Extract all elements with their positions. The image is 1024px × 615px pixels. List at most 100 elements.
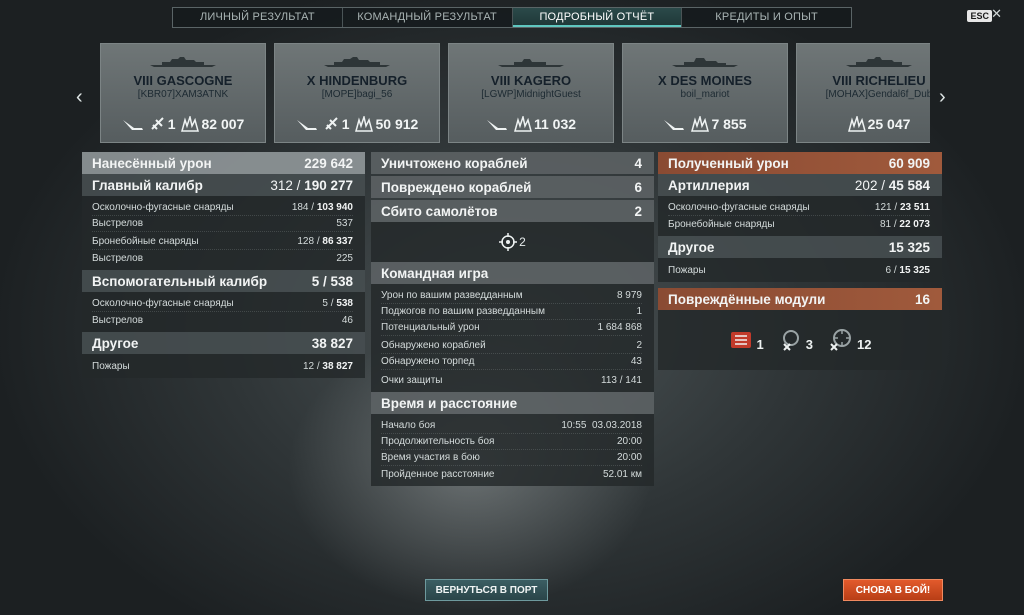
tab-detailed-report[interactable]: ПОДРОБНЫЙ ОТЧЁТ bbox=[512, 8, 683, 27]
ship-silhouette-icon bbox=[498, 59, 564, 67]
damaged-ships-label: Повреждено кораблей bbox=[381, 179, 532, 195]
steering-damage-icon bbox=[782, 330, 799, 351]
ribbon-hits-icon bbox=[486, 117, 508, 131]
damaged-modules-header: Повреждённые модули 16 bbox=[658, 288, 942, 310]
stat-row: Выстрелов 225 bbox=[92, 252, 353, 264]
spotting-count: 2 bbox=[519, 235, 526, 249]
planes-count: 1 bbox=[341, 116, 350, 132]
damage-value: 82 007 bbox=[201, 116, 245, 132]
stat-row: Обнаружено кораблей 2 bbox=[381, 338, 642, 354]
ships-carousel: VIII GASCOGNE [KBR07]XAM3ATNK 1 82 007 X… bbox=[100, 43, 930, 143]
player-name: boil_mariot bbox=[680, 89, 730, 100]
damage-dealt-header: Нанесённый урон 229 642 bbox=[82, 152, 365, 174]
close-icon[interactable]: ✕ bbox=[991, 6, 1002, 22]
ship-silhouette-icon bbox=[150, 57, 216, 67]
ship-card[interactable]: X DES MOINES boil_mariot 7 855 bbox=[622, 43, 788, 143]
main-battery-label: Главный калибр bbox=[92, 177, 203, 193]
stat-row: Осколочно-фугасные снаряды 5 / 538 bbox=[92, 296, 353, 312]
other-received-details: Пожары 6 / 15 325 bbox=[658, 258, 942, 282]
planes-shot-label: Сбито самолётов bbox=[381, 203, 498, 219]
ship-name: VIII GASCOGNE bbox=[133, 73, 233, 88]
tab-personal-result[interactable]: ЛИЧНЫЙ РЕЗУЛЬТАТ bbox=[173, 8, 343, 27]
ship-name: X HINDENBURG bbox=[306, 73, 408, 88]
time-distance-header: Время и расстояние bbox=[371, 392, 654, 414]
carousel-next-arrow[interactable]: › bbox=[939, 86, 946, 109]
stat-row: Осколочно-фугасные снаряды 184 / 103 940 bbox=[92, 200, 353, 216]
damage-icon: 50 912 bbox=[355, 116, 418, 132]
spotting-summary: 2 bbox=[371, 222, 654, 262]
tab-credits-xp[interactable]: КРЕДИТЫ И ОПЫТ bbox=[682, 8, 851, 27]
time-distance-details: Начало боя 10:55 03.03.2018 Продолжительн… bbox=[371, 414, 654, 486]
team-play-label: Командная игра bbox=[381, 265, 489, 281]
ship-silhouette-icon bbox=[672, 58, 738, 67]
ribbon-hits-icon bbox=[663, 117, 685, 131]
stat-row: Продолжительность боя 20:00 bbox=[381, 434, 642, 450]
damaged-modules-icons: 1 3 12 bbox=[658, 310, 942, 370]
other-received-label: Другое bbox=[668, 239, 715, 255]
ship-name: VIII RICHELIEU bbox=[832, 73, 926, 88]
time-distance-label: Время и расстояние bbox=[381, 395, 518, 411]
secondary-battery-value: 5 / 538 bbox=[311, 273, 353, 289]
main-battery-hits: 312 / bbox=[270, 177, 305, 193]
stat-row: Очки защиты 113 / 141 bbox=[381, 374, 642, 386]
other-damage-details: Пожары 12 / 38 827 bbox=[82, 354, 365, 378]
ship-card[interactable]: X HINDENBURG [MOPE]bagi_56 1 50 912 bbox=[274, 43, 440, 143]
damage-icon: 82 007 bbox=[181, 116, 244, 132]
stat-row: Бронебойные снаряды 128 / 86 337 bbox=[92, 234, 353, 250]
engine-damage-icon bbox=[730, 332, 751, 348]
turret-module-item: 12 bbox=[827, 328, 871, 352]
ship-card[interactable]: VIII GASCOGNE [KBR07]XAM3ATNK 1 82 007 bbox=[100, 43, 266, 143]
ship-name: VIII KAGERO bbox=[490, 73, 572, 88]
artillery-header: Артиллерия 202 / 45 584 bbox=[658, 174, 942, 196]
tab-team-result[interactable]: КОМАНДНЫЙ РЕЗУЛЬТАТ bbox=[343, 8, 513, 27]
planes-count: 1 bbox=[167, 116, 176, 132]
damage-icon: 25 047 bbox=[847, 116, 911, 132]
destroyed-ships-value: 4 bbox=[634, 155, 642, 171]
ribbon-hits-icon bbox=[296, 117, 318, 131]
result-tabs: ЛИЧНЫЙ РЕЗУЛЬТАТ КОМАНДНЫЙ РЕЗУЛЬТАТ ПОД… bbox=[172, 7, 852, 28]
player-name: [MOHAX]Gendal6f_Dub bbox=[825, 89, 930, 100]
destroyed-ships-header: Уничтожено кораблей 4 bbox=[371, 152, 654, 174]
engine-module-item: 1 bbox=[729, 328, 764, 352]
team-play-details: Урон по вашим разведданным 8 979 Поджогов… bbox=[371, 284, 654, 392]
damage-value: 7 855 bbox=[711, 116, 747, 132]
damage-dealt-panel: Нанесённый урон 229 642 Главный калибр 3… bbox=[82, 152, 365, 378]
ship-name: X DES MOINES bbox=[658, 73, 752, 88]
damaged-modules-label: Повреждённые модули bbox=[668, 291, 826, 307]
planes-shot-value: 2 bbox=[634, 203, 642, 219]
main-battery-value: 190 277 bbox=[304, 177, 353, 193]
carousel-prev-arrow[interactable]: ‹ bbox=[76, 86, 83, 109]
stat-row: Бронебойные снаряды 81 / 22 073 bbox=[668, 218, 930, 230]
steering-module-item: 3 bbox=[778, 328, 813, 352]
other-received-value: 15 325 bbox=[888, 239, 930, 255]
main-battery-header: Главный калибр 312 / 190 277 bbox=[82, 174, 365, 196]
esc-key-hint: ESC bbox=[967, 10, 992, 22]
damaged-modules-value: 16 bbox=[914, 291, 930, 307]
damage-icon: 11 032 bbox=[513, 116, 577, 132]
damage-icon: 7 855 bbox=[691, 116, 747, 132]
secondary-battery-header: Вспомогательный калибр 5 / 538 bbox=[82, 270, 365, 292]
planes-shot-header: Сбито самолётов 2 bbox=[371, 200, 654, 222]
stat-row: Обнаружено торпед 43 bbox=[381, 354, 642, 370]
results-panel: Уничтожено кораблей 4 Повреждено корабле… bbox=[371, 152, 654, 486]
return-to-port-button[interactable]: ВЕРНУТЬСЯ В ПОРТ bbox=[425, 579, 548, 601]
main-battery-details: Осколочно-фугасные снаряды 184 / 103 940 … bbox=[82, 196, 365, 270]
other-received-header: Другое 15 325 bbox=[658, 236, 942, 258]
damage-received-panel: Полученный урон 60 909 Артиллерия 202 / … bbox=[658, 152, 942, 370]
stat-row: Урон по вашим разведданным 8 979 bbox=[381, 288, 642, 304]
stat-row: Пожары 6 / 15 325 bbox=[668, 264, 930, 276]
artillery-label: Артиллерия bbox=[668, 177, 750, 193]
damage-received-header: Полученный урон 60 909 bbox=[658, 152, 942, 174]
team-play-header: Командная игра bbox=[371, 262, 654, 284]
damage-value: 11 032 bbox=[533, 116, 577, 132]
stat-row: Потенциальный урон 1 684 868 bbox=[381, 320, 642, 336]
damage-dealt-label: Нанесённый урон bbox=[92, 155, 212, 171]
ship-silhouette-icon bbox=[324, 57, 390, 67]
damage-received-label: Полученный урон bbox=[668, 155, 789, 171]
damage-value: 25 047 bbox=[867, 116, 911, 132]
damage-received-value: 60 909 bbox=[888, 155, 930, 171]
ship-card[interactable]: VIII KAGERO [LGWP]MidnightGuest 11 032 bbox=[448, 43, 614, 143]
artillery-value: 45 584 bbox=[888, 177, 930, 193]
ship-card[interactable]: VIII RICHELIEU [MOHAX]Gendal6f_Dub 25 04… bbox=[796, 43, 930, 143]
battle-again-button[interactable]: СНОВА В БОЙ! bbox=[843, 579, 943, 601]
